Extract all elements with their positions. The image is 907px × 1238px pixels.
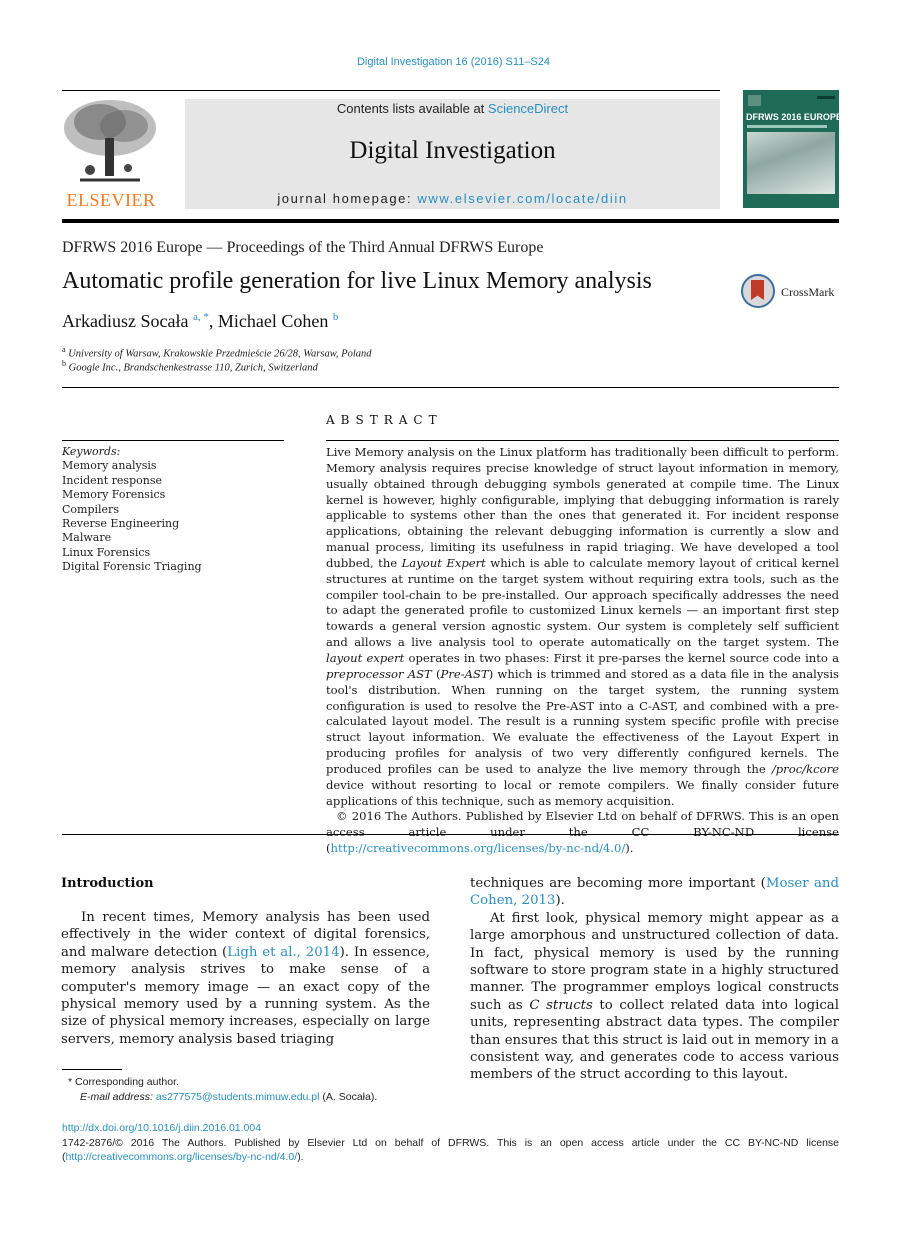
contents-prefix: Contents lists available at: [336, 101, 488, 116]
email-suffix: (A. Socała).: [319, 1091, 378, 1103]
body-text: techniques are becoming more important (: [470, 876, 766, 891]
elsevier-tree-icon: [60, 98, 160, 184]
abstract-rule: [326, 440, 839, 441]
author-separator: ,: [208, 311, 218, 331]
keyword-item: Memory analysis: [62, 459, 157, 473]
running-head[interactable]: Digital Investigation 16 (2016) S11–S24: [0, 56, 907, 68]
license-link[interactable]: http://creativecommons.org/licenses/by-n…: [331, 841, 626, 855]
email-label: E-mail address:: [80, 1091, 153, 1103]
homepage-link[interactable]: www.elsevier.com/locate/diin: [417, 191, 627, 206]
body-paragraph: In recent times, Memory analysis has bee…: [61, 910, 430, 1047]
keyword-item: Compilers: [62, 502, 119, 516]
cover-logo-icon: [748, 95, 761, 106]
keyword-item: Reverse Engineering: [62, 517, 180, 531]
license-end: ).: [297, 1151, 304, 1163]
affiliation-text: University of Warsaw, Krakowskie Przedmi…: [68, 348, 372, 360]
footnote-email: E-mail address: as277575@students.mimuw.…: [68, 1090, 377, 1105]
body-column-left: In recent times, Memory analysis has bee…: [61, 909, 430, 1048]
article-title: Automatic profile generation for live Li…: [62, 268, 652, 294]
cover-title: DFRWS 2016 EUROPE: [746, 112, 839, 122]
abstract-emphasis: layout expert: [326, 650, 405, 665]
license-link[interactable]: http://creativecommons.org/licenses/by-n…: [66, 1151, 298, 1163]
abstract-heading: ABSTRACT: [326, 413, 443, 427]
homepage-line: journal homepage: www.elsevier.com/locat…: [185, 191, 720, 206]
footnote-corresponding: * Corresponding author.: [68, 1075, 377, 1090]
author-name[interactable]: Michael Cohen: [218, 311, 328, 331]
footnote-mark: *: [68, 1076, 73, 1088]
body-emphasis: C structs: [529, 997, 593, 1013]
elsevier-wordmark: ELSEVIER: [66, 190, 156, 210]
footnote: * Corresponding author. E-mail address: …: [68, 1075, 377, 1105]
section-rule: [62, 387, 839, 388]
author-affiliation-mark[interactable]: a, *: [193, 311, 209, 323]
body-paragraph: techniques are becoming more important (…: [470, 875, 839, 910]
keyword-item: Memory Forensics: [62, 488, 166, 502]
abstract-paragraph: Live Memory analysis on the Linux platfo…: [326, 445, 839, 809]
abstract-text: Live Memory analysis on the Linux platfo…: [326, 445, 839, 570]
keyword-item: Linux Forensics: [62, 545, 151, 559]
affiliation: b Google Inc., Brandschenkestrasse 110, …: [62, 359, 318, 374]
cover-tag: [817, 96, 835, 99]
footnote-rule: [62, 1069, 122, 1070]
homepage-prefix: journal homepage:: [277, 191, 418, 206]
license-statement: 1742-2876/© 2016 The Authors. Published …: [62, 1136, 839, 1165]
footnote-text: Corresponding author.: [75, 1076, 179, 1088]
body-text: ).: [555, 893, 565, 909]
affiliation-mark: b: [62, 359, 66, 368]
author-list: Arkadiusz Socała a, *, Michael Cohen b: [62, 311, 338, 332]
keywords-rule: [62, 440, 284, 441]
contents-line: Contents lists available at ScienceDirec…: [185, 101, 720, 116]
abstract-emphasis: /proc/kcore: [771, 761, 839, 776]
sciencedirect-link[interactable]: ScienceDirect: [488, 101, 568, 116]
abstract-emphasis: Layout Expert: [401, 555, 486, 570]
header-thick-rule: [62, 219, 839, 223]
keywords-label: Keywords:: [62, 445, 121, 458]
abstract-text: device without resorting to local or rem…: [326, 777, 839, 808]
abstract-emphasis: Pre-AST: [440, 666, 489, 681]
crossmark-button[interactable]: CrossMark: [741, 274, 841, 312]
cover-subtitle: [747, 125, 827, 128]
abstract-text: operates in two phases: First it pre-par…: [404, 650, 839, 665]
crossmark-label: CrossMark: [781, 285, 835, 299]
keyword-item: Malware: [62, 531, 112, 545]
header-rule: [62, 90, 720, 91]
doi-block: http://dx.doi.org/10.1016/j.diin.2016.01…: [62, 1121, 839, 1165]
keywords-list: Keywords: Memory analysis Incident respo…: [62, 445, 202, 575]
email-link[interactable]: as277575@students.mimuw.edu.pl: [156, 1091, 320, 1103]
author-name[interactable]: Arkadiusz Socała: [62, 311, 188, 331]
section-heading-introduction: Introduction: [61, 876, 154, 891]
abstract-emphasis: preprocessor AST: [326, 666, 432, 681]
elsevier-logo: ELSEVIER: [60, 98, 162, 210]
body-column-right: techniques are becoming more important (…: [470, 875, 839, 1084]
abstract-text: (: [431, 666, 441, 681]
abstract-body: Live Memory analysis on the Linux platfo…: [326, 445, 839, 857]
affiliation-mark: a: [62, 345, 66, 354]
citation-link[interactable]: Ligh et al., 2014: [227, 945, 339, 960]
journal-banner: Contents lists available at ScienceDirec…: [185, 99, 720, 209]
author-affiliation-mark[interactable]: b: [333, 311, 339, 323]
abstract-end-rule: [62, 834, 839, 835]
affiliation: a University of Warsaw, Krakowskie Przed…: [62, 345, 372, 360]
journal-name: Digital Investigation: [349, 137, 556, 164]
copyright-end: ).: [625, 841, 634, 856]
affiliation-text: Google Inc., Brandschenkestrasse 110, Zu…: [68, 362, 318, 374]
abstract-text: ) which is trimmed and stored as a data …: [326, 666, 840, 776]
body-paragraph: At first look, physical memory might app…: [470, 910, 839, 1084]
cover-image: [747, 132, 835, 194]
proceedings-line: DFRWS 2016 Europe — Proceedings of the T…: [62, 239, 544, 256]
journal-cover: DFRWS 2016 EUROPE: [743, 90, 839, 208]
keyword-item: Incident response: [62, 473, 162, 487]
doi-link[interactable]: http://dx.doi.org/10.1016/j.diin.2016.01…: [62, 1122, 261, 1134]
keyword-item: Digital Forensic Triaging: [62, 560, 202, 574]
